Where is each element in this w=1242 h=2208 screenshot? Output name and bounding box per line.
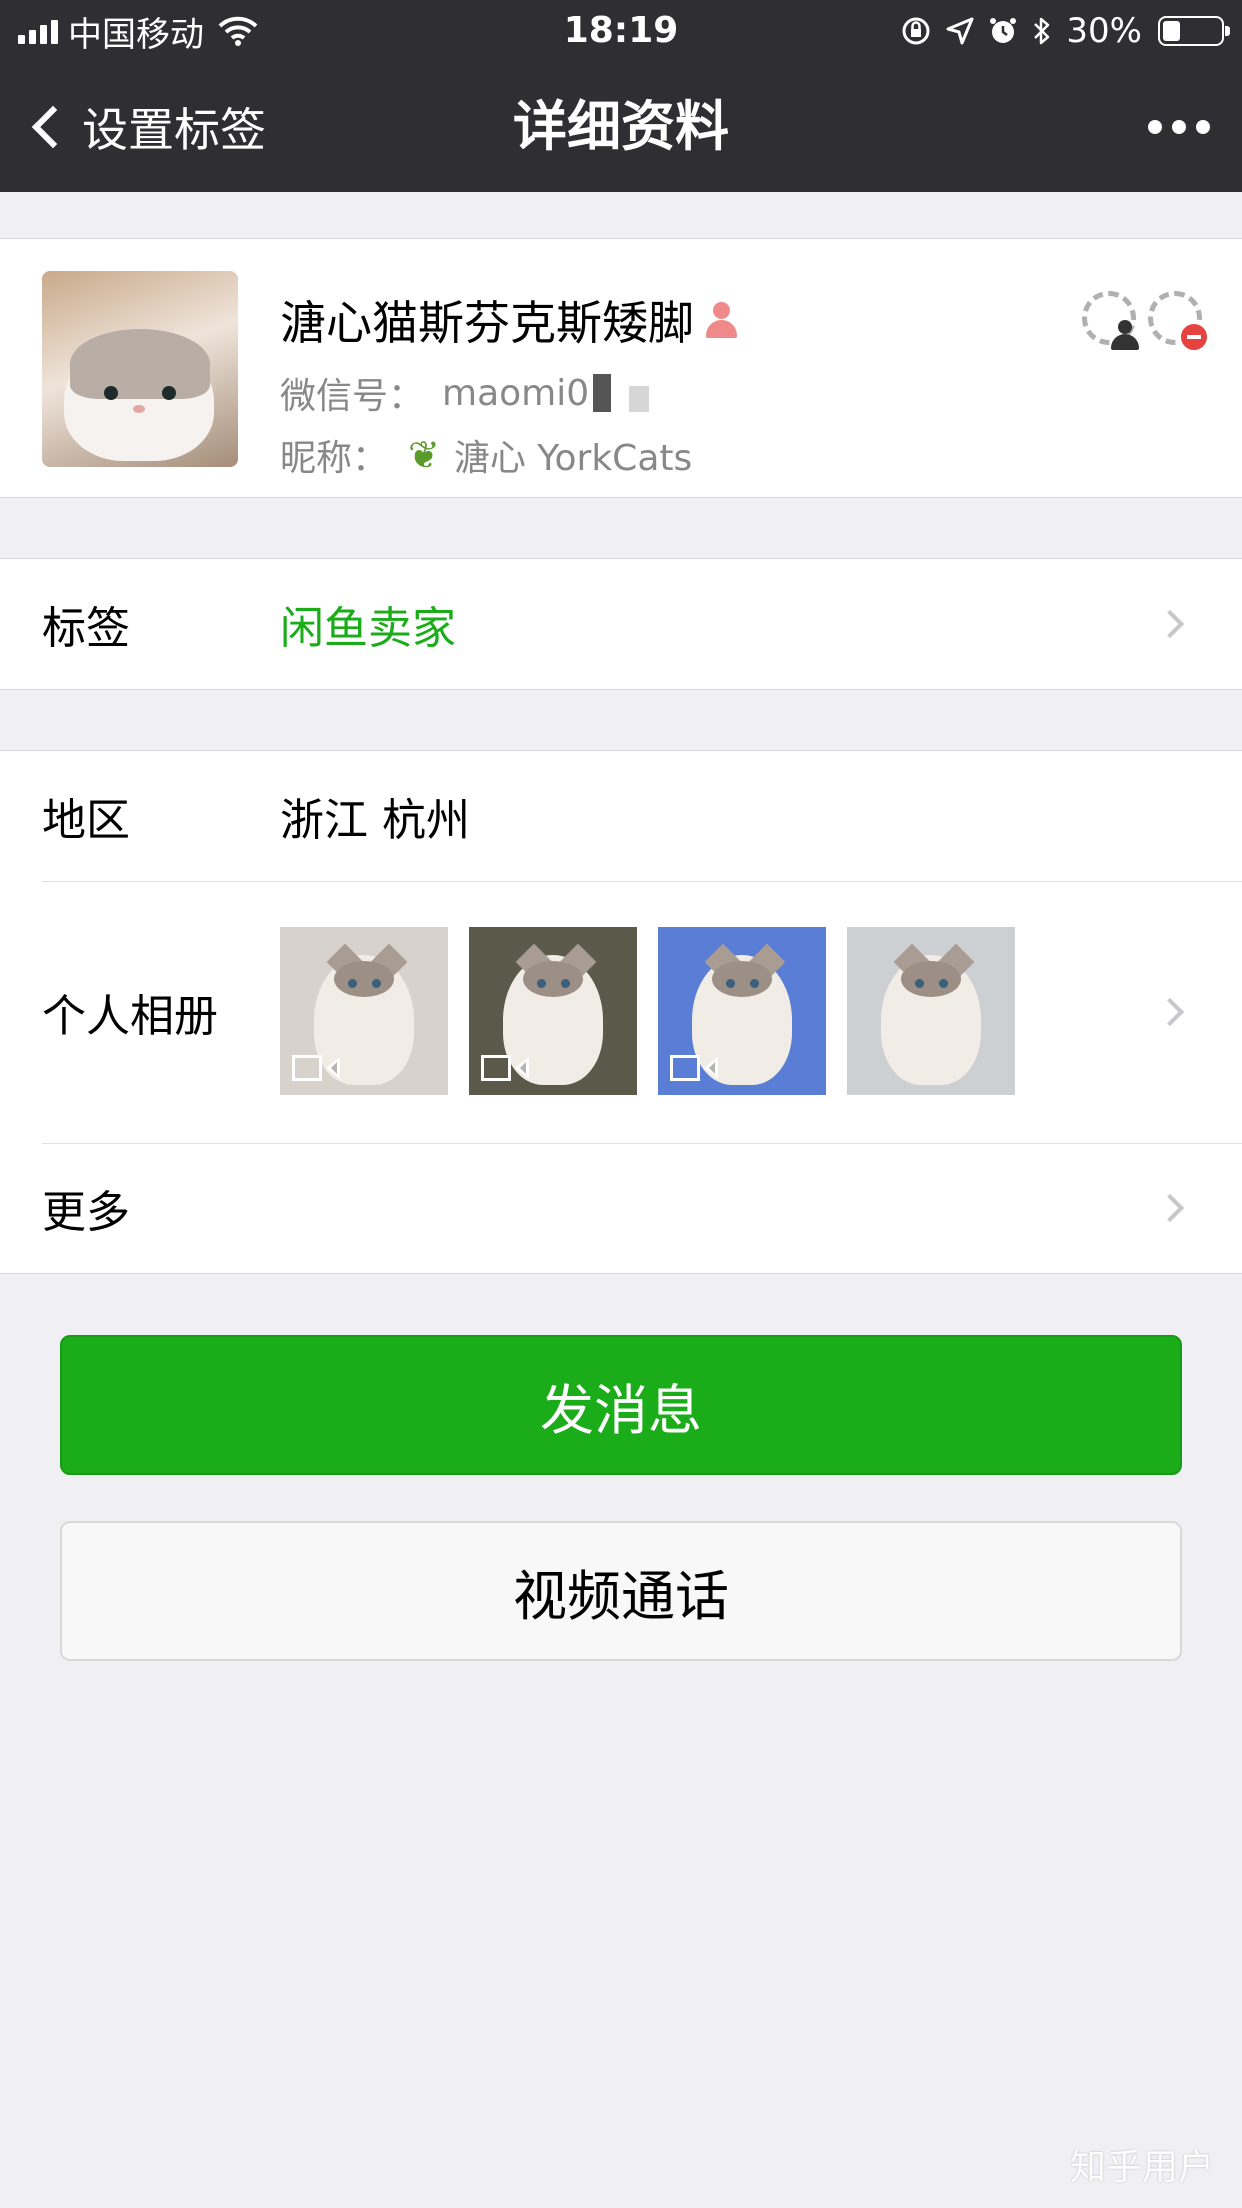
tags-label: 标签	[42, 603, 130, 654]
region-value: 浙江 杭州	[280, 795, 470, 846]
album-thumbnail[interactable]	[847, 927, 1015, 1095]
send-message-button[interactable]: 发消息	[60, 1335, 1182, 1475]
leaf-icon: ❦	[408, 433, 440, 477]
nickname-label: 昵称：	[280, 438, 389, 479]
video-icon	[670, 1055, 718, 1081]
watermark: 知乎用户	[1069, 2147, 1214, 2188]
region-label: 地区	[42, 795, 130, 846]
navigation-bar: 设置标签 详细资料	[0, 62, 1242, 192]
bluetooth-icon	[1034, 17, 1050, 45]
album-thumbnail[interactable]	[280, 927, 448, 1095]
wechat-id-label: 微信号：	[280, 376, 425, 417]
album-thumbnail[interactable]	[658, 927, 826, 1095]
redaction-block	[593, 374, 612, 412]
album-label: 个人相册	[42, 991, 218, 1042]
chevron-right-icon	[1155, 609, 1185, 639]
redaction-block	[629, 386, 650, 412]
video-icon	[481, 1055, 529, 1081]
album-row[interactable]: 个人相册	[0, 881, 1242, 1143]
wechat-id-value: maomi0	[442, 372, 590, 414]
battery-percent: 30%	[1066, 11, 1142, 51]
nickname-row: 昵称： ❦ 溏心 YorkCats	[280, 429, 692, 481]
more-options-button[interactable]	[1148, 62, 1210, 192]
moments-hidden-from-me-icon	[1082, 291, 1139, 350]
status-bar: 中国移动 18:19 30%	[0, 0, 1242, 62]
tags-value: 闲鱼卖家	[280, 603, 456, 654]
profile-name: 溏心猫斯芬克斯矮脚	[280, 296, 694, 350]
details-group: 地区 浙江 杭州 个人相册 更多	[0, 750, 1242, 1274]
more-dots-icon	[1148, 120, 1162, 134]
tags-row[interactable]: 标签 闲鱼卖家	[0, 559, 1242, 689]
avatar[interactable]	[42, 271, 238, 467]
more-label: 更多	[42, 1187, 130, 1238]
alarm-icon	[990, 18, 1017, 43]
location-icon	[946, 17, 974, 45]
nickname-value: 溏心 YorkCats	[453, 438, 693, 479]
tags-group: 标签 闲鱼卖家	[0, 558, 1242, 690]
battery-icon	[1158, 16, 1230, 46]
moments-blocked-icon	[1148, 291, 1209, 352]
region-row: 地区 浙江 杭州	[0, 751, 1242, 881]
profile-card: 溏心猫斯芬克斯矮脚 微信号： maomi0 昵称： ❦ 溏心 YorkCats	[0, 238, 1242, 498]
female-icon	[704, 300, 738, 340]
video-icon	[292, 1055, 340, 1081]
wechat-id-row: 微信号： maomi0	[280, 367, 650, 419]
orientation-lock-icon	[902, 17, 930, 45]
more-row[interactable]: 更多	[0, 1143, 1242, 1273]
profile-name-row: 溏心猫斯芬克斯矮脚	[280, 287, 738, 353]
album-thumbnails	[280, 927, 1015, 1095]
album-thumbnail[interactable]	[469, 927, 637, 1095]
video-call-button[interactable]: 视频通话	[60, 1521, 1182, 1661]
chevron-right-icon	[1155, 997, 1185, 1027]
page-title: 详细资料	[513, 95, 729, 158]
chevron-right-icon	[1155, 1193, 1185, 1223]
